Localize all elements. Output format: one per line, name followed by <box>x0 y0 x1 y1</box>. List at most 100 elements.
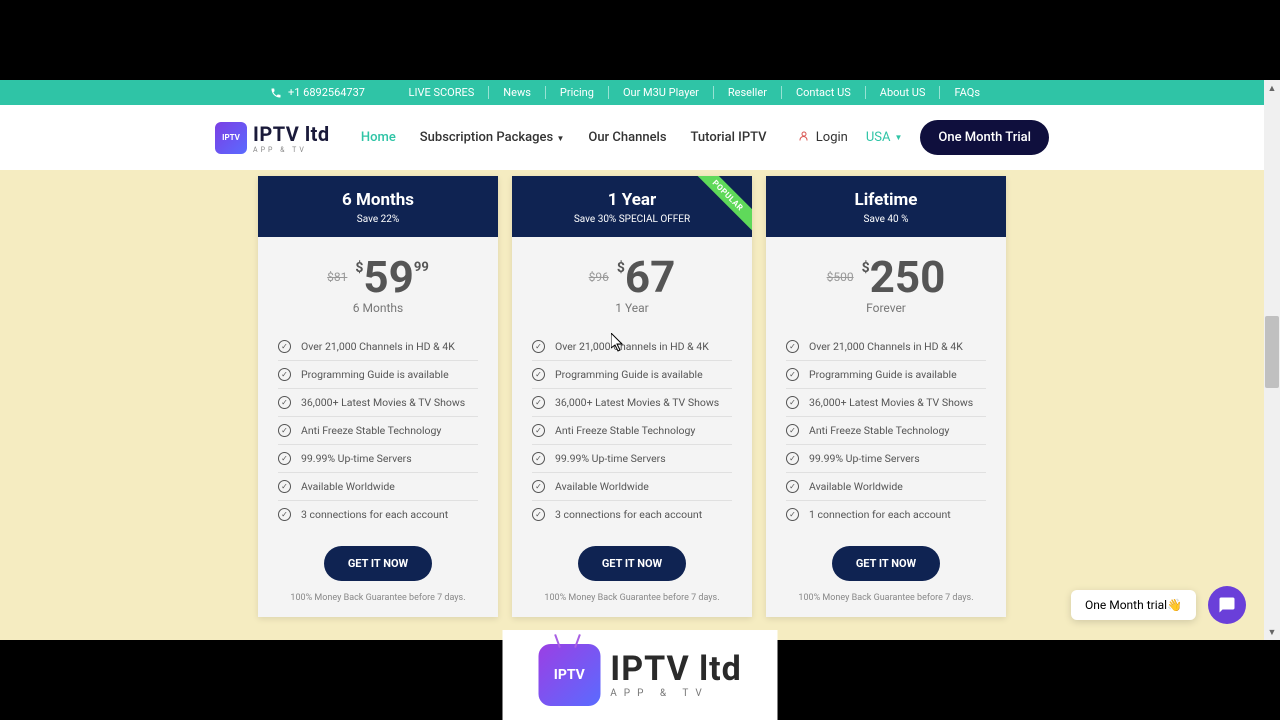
card-header: Lifetime Save 40 % <box>766 176 1006 237</box>
check-icon <box>786 424 799 437</box>
letterbox-top <box>0 0 1280 80</box>
features-list: Over 21,000 Channels in HD & 4K Programmi… <box>512 325 752 536</box>
pricing-row: 6 Months Save 22% $81 $5999 6 Months Ove… <box>0 170 1264 617</box>
topbar-link-faqs[interactable]: FAQs <box>940 86 994 99</box>
feature-item: Over 21,000 Channels in HD & 4K <box>532 333 732 361</box>
chevron-down-icon: ▼ <box>556 134 564 143</box>
page-viewport: +1 6892564737 LIVE SCORES News Pricing O… <box>0 80 1264 640</box>
price-section: $81 $5999 6 Months <box>258 237 498 325</box>
user-icon <box>798 130 810 146</box>
big-logo-sub: APP & TV <box>610 688 742 699</box>
topbar-link-m3u[interactable]: Our M3U Player <box>609 86 714 99</box>
card-header: POPULAR 1 Year Save 30% SPECIAL OFFER <box>512 176 752 237</box>
vertical-scrollbar[interactable]: ▲ ▼ <box>1264 80 1280 640</box>
feature-item: 36,000+ Latest Movies & TV Shows <box>532 389 732 417</box>
topbar-link-pricing[interactable]: Pricing <box>546 86 609 99</box>
currency-symbol: $ <box>862 260 870 276</box>
feature-text: Available Worldwide <box>301 480 395 493</box>
topbar-link-about[interactable]: About US <box>866 86 941 99</box>
feature-text: Anti Freeze Stable Technology <box>809 424 949 437</box>
check-icon <box>532 480 545 493</box>
check-icon <box>278 508 291 521</box>
feature-text: Programming Guide is available <box>555 368 703 381</box>
region-selector[interactable]: USA ▼ <box>866 130 903 145</box>
topbar-link-news[interactable]: News <box>489 86 546 99</box>
get-it-now-button[interactable]: GET IT NOW <box>578 546 686 581</box>
chat-bubble-button[interactable] <box>1208 586 1246 624</box>
feature-text: 3 connections for each account <box>555 508 702 521</box>
feature-item: Available Worldwide <box>786 473 986 501</box>
feature-item: 3 connections for each account <box>532 501 732 528</box>
feature-text: Available Worldwide <box>555 480 649 493</box>
card-header: 6 Months Save 22% <box>258 176 498 237</box>
feature-text: 36,000+ Latest Movies & TV Shows <box>555 396 719 409</box>
price-amount: 59 <box>363 251 414 303</box>
big-logo-main: IPTV ltd <box>610 652 742 686</box>
nav-channels[interactable]: Our Channels <box>588 130 666 145</box>
feature-item: Over 21,000 Channels in HD & 4K <box>786 333 986 361</box>
phone-wrap[interactable]: +1 6892564737 <box>270 86 365 99</box>
check-icon <box>786 508 799 521</box>
logo[interactable]: IPTV ltd APP & TV <box>215 122 330 154</box>
scrollbar-thumb[interactable] <box>1265 316 1279 388</box>
feature-text: Available Worldwide <box>809 480 903 493</box>
nav-home[interactable]: Home <box>361 130 396 145</box>
check-icon <box>532 340 545 353</box>
feature-text: Anti Freeze Stable Technology <box>301 424 441 437</box>
check-icon <box>786 368 799 381</box>
feature-text: Over 21,000 Channels in HD & 4K <box>809 340 963 353</box>
get-it-now-button[interactable]: GET IT NOW <box>832 546 940 581</box>
trial-button[interactable]: One Month Trial <box>920 120 1049 155</box>
feature-item: Available Worldwide <box>278 473 478 501</box>
feature-item: 99.99% Up-time Servers <box>532 445 732 473</box>
chat-icon <box>1218 596 1236 614</box>
feature-text: 36,000+ Latest Movies & TV Shows <box>809 396 973 409</box>
scroll-down-arrow[interactable]: ▼ <box>1264 624 1280 640</box>
card-save: Save 30% SPECIAL OFFER <box>512 214 752 225</box>
login-link[interactable]: Login <box>798 130 848 146</box>
nav-right: Login USA ▼ One Month Trial <box>798 120 1049 155</box>
feature-item: Over 21,000 Channels in HD & 4K <box>278 333 478 361</box>
old-price: $81 <box>327 270 347 284</box>
currency-symbol: $ <box>617 260 625 276</box>
check-icon <box>532 368 545 381</box>
feature-item: 3 connections for each account <box>278 501 478 528</box>
feature-text: 99.99% Up-time Servers <box>555 452 666 465</box>
feature-item: Anti Freeze Stable Technology <box>278 417 478 445</box>
feature-text: 99.99% Up-time Servers <box>301 452 412 465</box>
feature-text: Anti Freeze Stable Technology <box>555 424 695 437</box>
price-duration: 6 Months <box>258 301 498 315</box>
login-label: Login <box>816 130 848 145</box>
card-save: Save 40 % <box>766 214 1006 225</box>
feature-item: Anti Freeze Stable Technology <box>786 417 986 445</box>
nav-tutorial[interactable]: Tutorial IPTV <box>691 130 767 145</box>
topbar-link-livescores[interactable]: LIVE SCORES <box>395 86 490 99</box>
phone-number[interactable]: +1 6892564737 <box>288 86 365 99</box>
navbar: IPTV ltd APP & TV Home Subscription Pack… <box>0 105 1264 170</box>
price-cents: 99 <box>414 260 429 275</box>
feature-text: 1 connection for each account <box>809 508 951 521</box>
scroll-up-arrow[interactable]: ▲ <box>1264 80 1280 96</box>
feature-item: Programming Guide is available <box>786 361 986 389</box>
price-amount: 250 <box>870 251 946 303</box>
pricing-card: POPULAR 1 Year Save 30% SPECIAL OFFER $9… <box>512 176 752 617</box>
get-it-now-button[interactable]: GET IT NOW <box>324 546 432 581</box>
feature-item: 99.99% Up-time Servers <box>278 445 478 473</box>
old-price: $500 <box>827 270 854 284</box>
topbar-link-contact[interactable]: Contact US <box>782 86 866 99</box>
check-icon <box>278 452 291 465</box>
price-section: $500 $250 Forever <box>766 237 1006 325</box>
feature-item: Programming Guide is available <box>532 361 732 389</box>
logo-text-main: IPTV ltd <box>253 122 330 146</box>
chat-prompt[interactable]: One Month trial👋 <box>1071 590 1196 620</box>
feature-text: 3 connections for each account <box>301 508 448 521</box>
topbar-link-reseller[interactable]: Reseller <box>714 86 782 99</box>
feature-item: Anti Freeze Stable Technology <box>532 417 732 445</box>
card-save: Save 22% <box>258 214 498 225</box>
feature-item: 99.99% Up-time Servers <box>786 445 986 473</box>
check-icon <box>786 452 799 465</box>
nav-packages[interactable]: Subscription Packages ▼ <box>420 130 565 145</box>
feature-item: Programming Guide is available <box>278 361 478 389</box>
nav-links: Home Subscription Packages ▼ Our Channel… <box>361 130 767 145</box>
logo-icon <box>215 122 247 154</box>
